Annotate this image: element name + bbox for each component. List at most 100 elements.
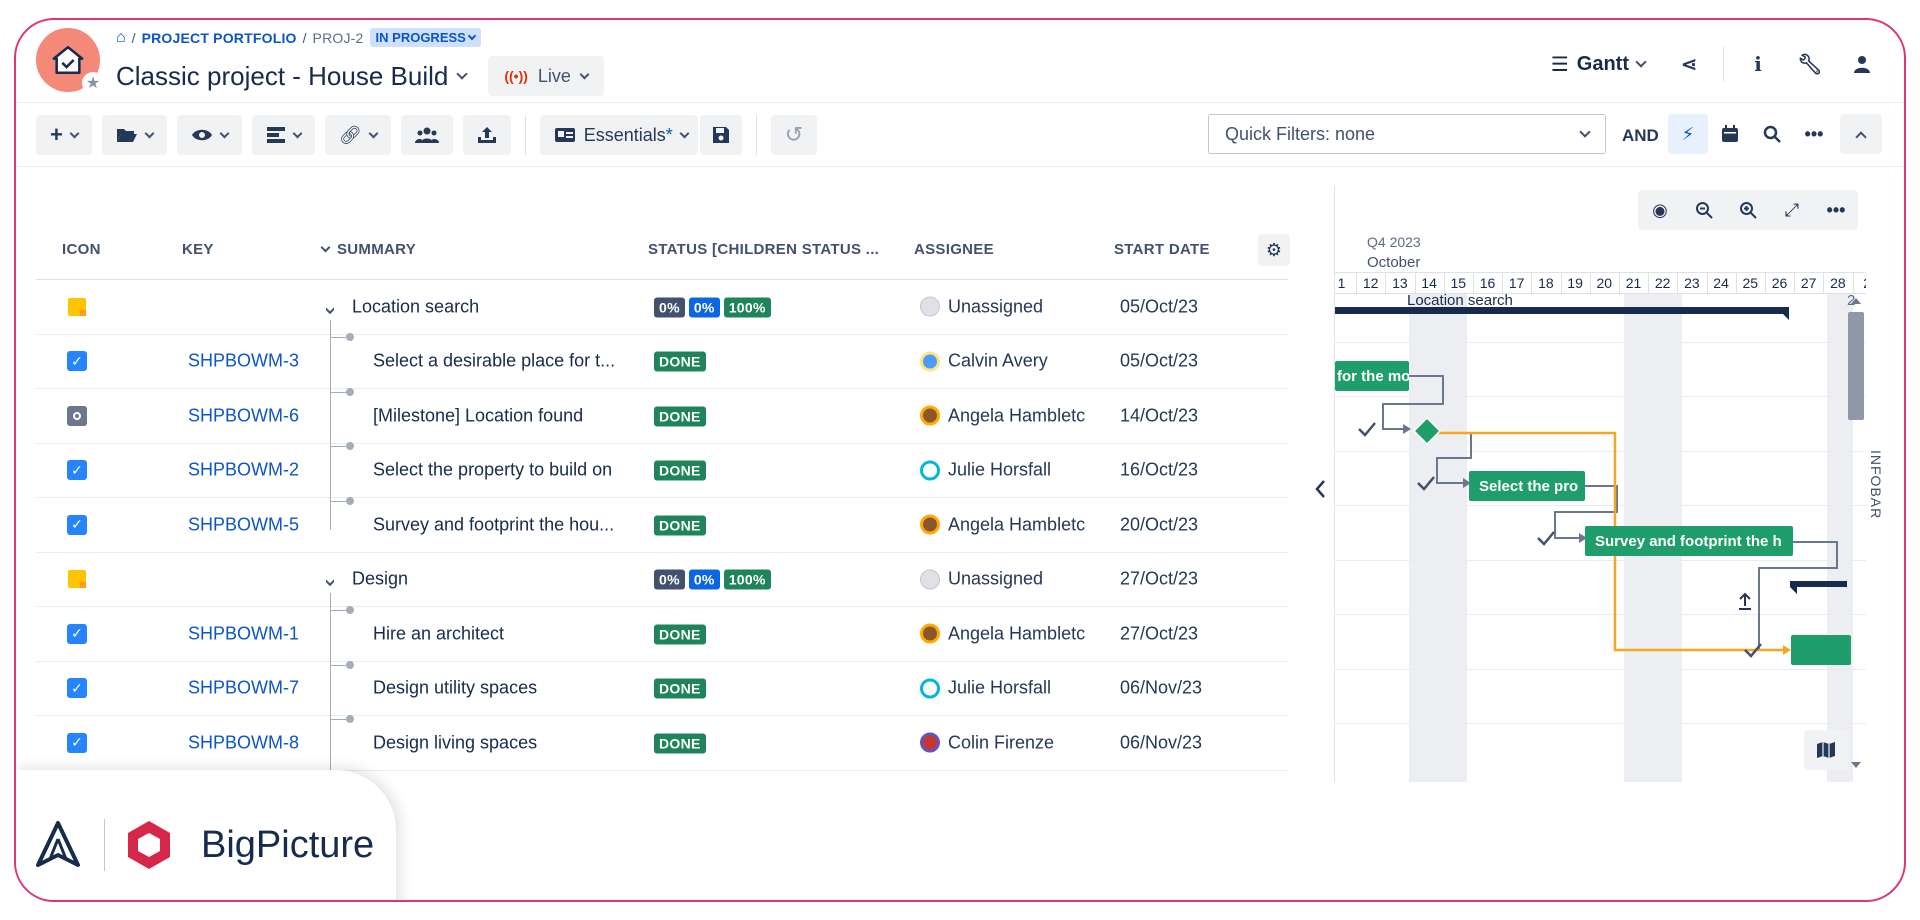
- team-button[interactable]: [400, 115, 453, 155]
- issue-key[interactable]: SHPBOWM-8: [188, 732, 299, 753]
- start-date[interactable]: 27/Oct/23: [1120, 623, 1198, 644]
- gantt-bar[interactable]: Survey and footprint the h: [1585, 526, 1793, 556]
- status-dropdown[interactable]: IN PROGRESS: [369, 28, 481, 47]
- avatar: [920, 405, 940, 426]
- quick-filters-select[interactable]: Quick Filters: none: [1208, 114, 1606, 154]
- link-button[interactable]: 🔗︎: [324, 115, 391, 155]
- start-date[interactable]: 06/Nov/23: [1120, 732, 1202, 753]
- gantt-bar[interactable]: for the mo: [1335, 361, 1409, 391]
- start-date[interactable]: 20/Oct/23: [1120, 514, 1198, 535]
- start-date[interactable]: 14/Oct/23: [1120, 405, 1198, 426]
- open-button[interactable]: [101, 115, 167, 155]
- view-selector[interactable]: ☰ Gantt: [1551, 52, 1647, 77]
- chevron-left-icon[interactable]: [1312, 478, 1330, 500]
- table-row[interactable]: ✓ SHPBOWM-8 Design living spaces DONE Co…: [36, 716, 1288, 771]
- gantt-epic-label[interactable]: Location search: [1407, 292, 1513, 309]
- column-header-status[interactable]: STATUS [CHILDREN STATUS ...: [648, 241, 879, 258]
- column-header-assignee[interactable]: ASSIGNEE: [914, 241, 994, 258]
- table-row[interactable]: ✓ SHPBOWM-5 Survey and footprint the hou…: [36, 498, 1288, 553]
- summary[interactable]: Hire an architect: [373, 623, 504, 644]
- auto-schedule-button[interactable]: ⚡︎: [1668, 114, 1708, 154]
- breadcrumb-portfolio[interactable]: PROJECT PORTFOLIO: [142, 30, 297, 46]
- assignee-name: Angela Hambletc: [948, 405, 1086, 426]
- breadcrumb-project-key[interactable]: PROJ-2: [313, 30, 364, 46]
- start-date[interactable]: 27/Oct/23: [1120, 569, 1198, 590]
- start-date[interactable]: 16/Oct/23: [1120, 460, 1198, 481]
- calendar-button[interactable]: [1710, 114, 1750, 154]
- broadcast-icon: ((•)): [504, 68, 528, 84]
- issue-key[interactable]: SHPBOWM-6: [188, 405, 299, 426]
- scroll-down-icon[interactable]: [1851, 762, 1861, 768]
- assignee[interactable]: Unassigned: [920, 569, 1043, 590]
- minimap-button[interactable]: [1804, 730, 1848, 770]
- table-row[interactable]: ✓ SHPBOWM-7 Design utility spaces DONE J…: [36, 662, 1288, 716]
- column-header-icon[interactable]: ICON: [62, 241, 101, 258]
- project-avatar[interactable]: ★: [36, 28, 104, 94]
- assignee[interactable]: Calvin Avery: [920, 351, 1048, 372]
- summary[interactable]: Design: [352, 569, 408, 590]
- expand-toggle[interactable]: [326, 296, 334, 317]
- tree-connector: [330, 501, 346, 502]
- start-date[interactable]: 05/Oct/23: [1120, 351, 1198, 372]
- badge-done: 100%: [723, 297, 771, 318]
- issue-key[interactable]: SHPBOWM-7: [188, 678, 299, 699]
- issue-key[interactable]: SHPBOWM-5: [188, 514, 299, 535]
- home-icon[interactable]: ⌂: [116, 29, 126, 47]
- user-button[interactable]: [1840, 42, 1884, 86]
- table-row[interactable]: Design 0% 0% 100% Unassigned 27/Oct/23: [36, 553, 1288, 607]
- gantt-bar[interactable]: Select the pro: [1469, 471, 1585, 501]
- add-button[interactable]: +: [36, 115, 92, 155]
- summary[interactable]: Design living spaces: [373, 732, 537, 753]
- settings-button[interactable]: 🔧︎: [1788, 42, 1832, 86]
- search-button[interactable]: [1752, 114, 1792, 154]
- assignee[interactable]: Julie Horsfall: [920, 678, 1051, 699]
- column-settings-button[interactable]: ⚙: [1258, 234, 1290, 266]
- gantt-scrollbar[interactable]: [1848, 298, 1864, 768]
- column-header-key[interactable]: KEY: [182, 241, 214, 258]
- essentials-dropdown[interactable]: Essentials*: [539, 115, 698, 155]
- assignee[interactable]: Angela Hambletc: [920, 405, 1090, 426]
- tree-connector: [330, 719, 346, 720]
- live-mode-button[interactable]: ((•)) Live: [488, 56, 604, 96]
- infobar-toggle[interactable]: INFOBAR: [1868, 450, 1884, 519]
- share-button[interactable]: ⋖: [1667, 42, 1711, 86]
- collapse-header-button[interactable]: [1840, 114, 1882, 154]
- assignee[interactable]: Colin Firenze: [920, 732, 1054, 753]
- info-button[interactable]: i: [1736, 42, 1780, 86]
- issue-key[interactable]: SHPBOWM-3: [188, 351, 299, 372]
- expand-toggle[interactable]: [326, 569, 334, 590]
- assignee[interactable]: Unassigned: [920, 296, 1043, 317]
- more-button[interactable]: •••: [1794, 114, 1834, 154]
- filter-logic-toggle[interactable]: AND: [1622, 126, 1659, 146]
- scroll-up-icon[interactable]: [1851, 298, 1861, 304]
- summary[interactable]: Location search: [352, 296, 479, 317]
- summary[interactable]: Design utility spaces: [373, 678, 537, 699]
- column-header-start-date[interactable]: START DATE: [1114, 241, 1210, 258]
- scroll-thumb[interactable]: [1848, 312, 1864, 420]
- column-header-summary[interactable]: SUMMARY: [320, 241, 416, 258]
- start-date[interactable]: 06/Nov/23: [1120, 678, 1202, 699]
- page-title[interactable]: Classic project - House Build: [116, 61, 448, 92]
- assignee[interactable]: Angela Hambletc: [920, 514, 1090, 535]
- view-options-button[interactable]: [176, 115, 242, 155]
- table-row[interactable]: ✓ SHPBOWM-2 Select the property to build…: [36, 444, 1288, 498]
- table-row[interactable]: ✓ SHPBOWM-3 Select a desirable place for…: [36, 335, 1288, 389]
- table-row[interactable]: ✓ SHPBOWM-1 Hire an architect DONE Angel…: [36, 607, 1288, 662]
- table-row[interactable]: Location search 0% 0% 100% Unassigned 05/O…: [36, 280, 1288, 335]
- issue-key[interactable]: SHPBOWM-2: [188, 460, 299, 481]
- summary[interactable]: Survey and footprint the hou...: [373, 514, 614, 535]
- undo-button[interactable]: ↺: [770, 115, 818, 155]
- chevron-down-icon[interactable]: [456, 68, 469, 80]
- layout-button[interactable]: [251, 115, 315, 155]
- start-date[interactable]: 05/Oct/23: [1120, 296, 1198, 317]
- assignee[interactable]: Angela Hambletc: [920, 623, 1090, 644]
- table-row[interactable]: SHPBOWM-6 [Milestone] Location found DON…: [36, 389, 1288, 444]
- summary[interactable]: Select the property to build on: [373, 460, 612, 481]
- export-button[interactable]: [462, 115, 511, 155]
- star-icon[interactable]: ★: [82, 72, 104, 94]
- issue-key[interactable]: SHPBOWM-1: [188, 623, 299, 644]
- save-button[interactable]: [699, 115, 742, 155]
- assignee[interactable]: Julie Horsfall: [920, 460, 1051, 481]
- summary[interactable]: [Milestone] Location found: [373, 405, 583, 426]
- summary[interactable]: Select a desirable place for t...: [373, 351, 615, 372]
